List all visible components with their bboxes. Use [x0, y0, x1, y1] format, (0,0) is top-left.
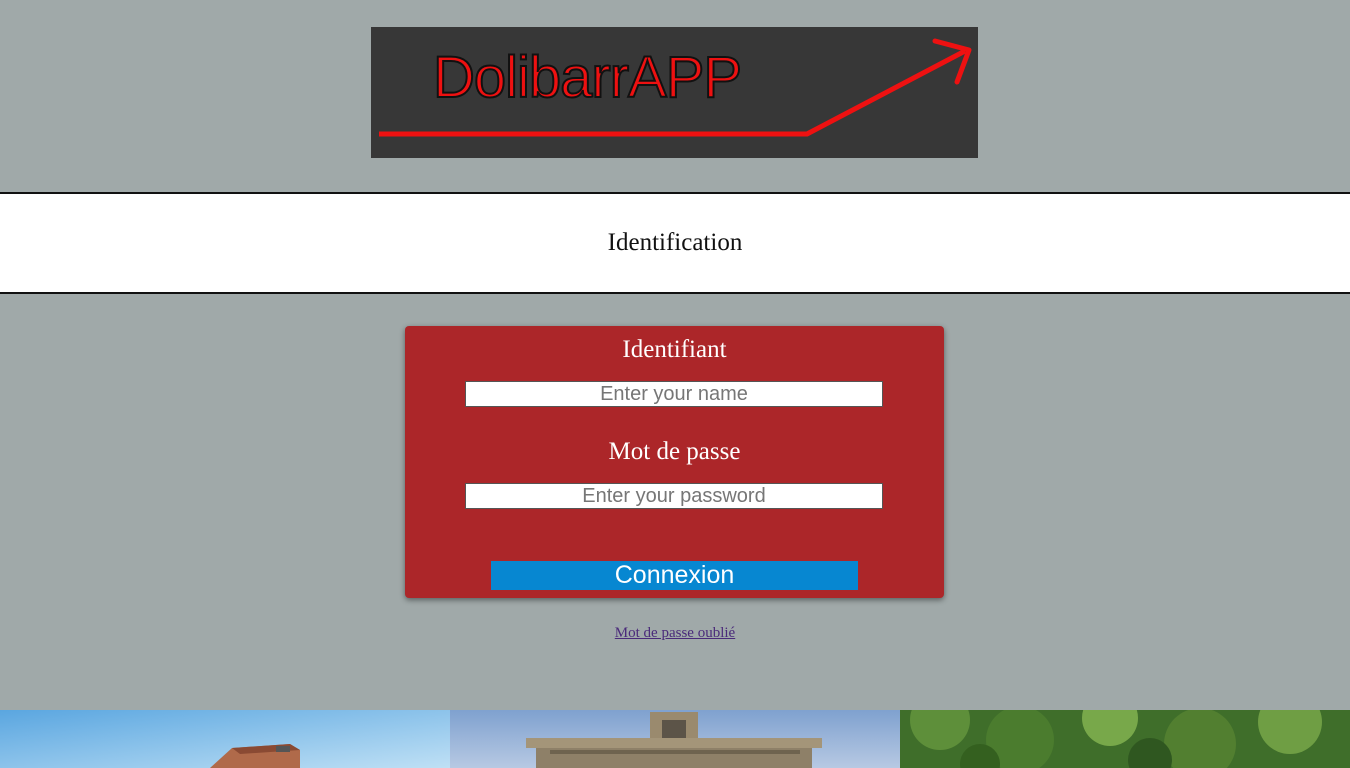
facade-photo	[450, 710, 900, 768]
password-label: Mot de passe	[608, 438, 741, 465]
login-form: Identifiant Mot de passe Connexion	[405, 326, 944, 598]
username-input[interactable]	[465, 381, 883, 407]
forgot-password-row: Mot de passe oublié	[0, 625, 1350, 642]
forgot-password-link[interactable]: Mot de passe oublié	[615, 625, 735, 641]
building-photo	[0, 710, 450, 768]
username-label: Identifiant	[622, 336, 727, 363]
login-button[interactable]: Connexion	[491, 561, 858, 590]
logo-text: DolibarrAPP	[432, 45, 743, 110]
page-title: Identification	[607, 229, 743, 256]
app-logo: DolibarrAPP	[371, 27, 978, 158]
trees-photo	[900, 710, 1350, 768]
header-band: Identification	[0, 192, 1350, 294]
password-input[interactable]	[465, 483, 883, 509]
